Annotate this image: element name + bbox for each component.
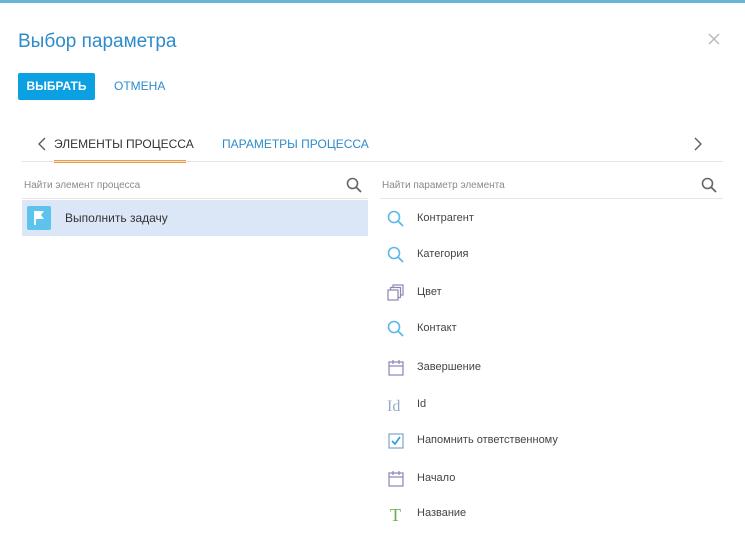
parameter-item[interactable]: Цвет: [386, 279, 716, 307]
parameter-item[interactable]: Контакт: [386, 315, 716, 343]
parameter-item[interactable]: Напомнить ответственному: [386, 427, 716, 455]
parameter-label: Категория: [417, 248, 469, 260]
element-search: [22, 174, 368, 199]
lookup-icon: [387, 246, 404, 263]
tab-process-elements[interactable]: ЭЛЕМЕНТЫ ПРОЦЕССА: [54, 130, 194, 163]
id-icon: Id: [387, 398, 400, 415]
close-icon[interactable]: [706, 31, 722, 47]
tabs-divider: [22, 161, 723, 162]
element-search-input[interactable]: [22, 174, 346, 196]
parameter-label: Название: [417, 507, 467, 519]
text-icon: T: [390, 505, 401, 524]
parameter-item[interactable]: Контрагент: [386, 205, 716, 233]
parameter-label: Завершение: [417, 361, 481, 373]
process-element-item[interactable]: Выполнить задачу: [22, 200, 368, 236]
select-button[interactable]: ВЫБРАТЬ: [18, 73, 95, 100]
parameter-label: Напомнить ответственному: [417, 434, 558, 446]
svg-text:Id: Id: [387, 398, 400, 415]
search-icon[interactable]: [701, 177, 717, 193]
checkbox-icon: [388, 433, 404, 449]
parameter-label: Контрагент: [417, 212, 474, 224]
parameter-item[interactable]: T Название: [386, 500, 716, 528]
tab-process-parameters[interactable]: ПАРАМЕТРЫ ПРОЦЕССА: [222, 130, 369, 160]
tabs-scroll-left-icon[interactable]: [36, 136, 48, 152]
color-icon: [387, 284, 404, 301]
tabs-scroll-right-icon[interactable]: [692, 136, 704, 152]
parameter-label: Начало: [417, 472, 456, 484]
flag-icon: [27, 206, 51, 230]
cancel-button[interactable]: ОТМЕНА: [114, 73, 165, 100]
lookup-icon: [387, 320, 404, 337]
parameter-item[interactable]: Завершение: [386, 354, 716, 382]
calendar-icon: [388, 471, 404, 487]
parameter-item[interactable]: Id Id: [386, 391, 716, 419]
top-accent-bar: [0, 0, 745, 3]
parameter-label: Цвет: [417, 286, 442, 298]
calendar-icon: [388, 360, 404, 376]
svg-text:T: T: [390, 505, 401, 524]
parameter-item[interactable]: Начало: [386, 465, 716, 493]
lookup-icon: [387, 210, 404, 227]
parameter-label: Id: [417, 398, 427, 410]
search-icon[interactable]: [346, 177, 362, 193]
parameter-item[interactable]: Категория: [386, 241, 716, 269]
process-element-label: Выполнить задачу: [65, 211, 168, 225]
dialog-title: Выбор параметра: [18, 31, 177, 52]
parameter-label: Контакт: [417, 322, 457, 334]
parameter-search-input[interactable]: [380, 174, 701, 196]
parameter-search: [380, 174, 723, 199]
